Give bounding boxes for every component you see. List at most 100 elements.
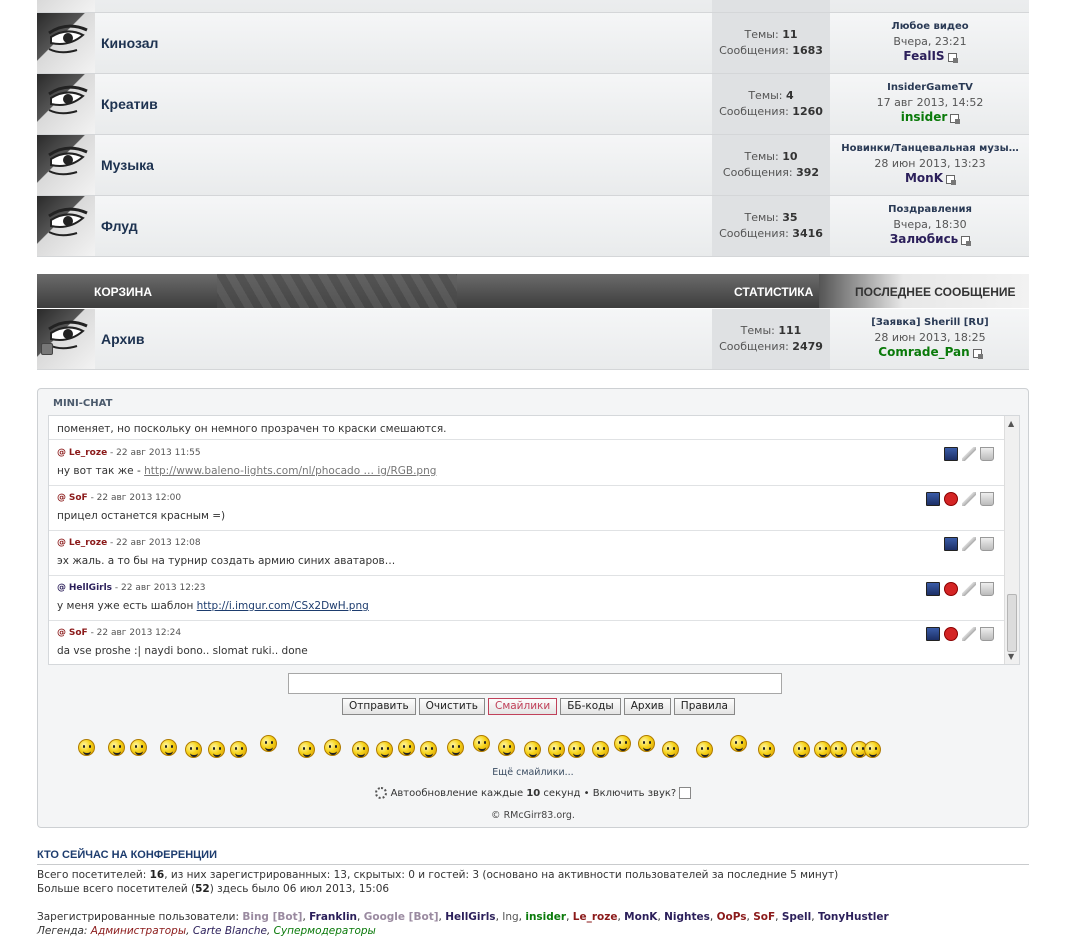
message-author[interactable]: HellGirls <box>69 583 112 593</box>
smiley-thumbs-up-icon[interactable] <box>524 741 541 758</box>
smiley-clap-icon[interactable] <box>473 735 490 752</box>
smiley-sad-icon[interactable] <box>108 739 125 756</box>
goto-post-icon[interactable] <box>946 174 957 185</box>
smiley-hug-icon[interactable] <box>324 739 341 756</box>
trash-icon[interactable] <box>980 537 994 551</box>
smiley-annoyed-icon[interactable] <box>130 739 147 756</box>
online-user[interactable]: TonyHustler <box>818 911 889 923</box>
forum-title[interactable]: Флуд <box>101 218 138 234</box>
clear-button[interactable]: Очистить <box>418 698 485 715</box>
smiley-shock-icon[interactable] <box>352 741 369 758</box>
goto-post-icon[interactable] <box>950 113 961 124</box>
smiley-smile-icon[interactable] <box>662 741 679 758</box>
smiley-hooray-icon[interactable] <box>614 735 631 752</box>
last-post-author[interactable]: FealIS <box>903 49 944 63</box>
forum-title[interactable]: Кинозал <box>101 35 158 51</box>
send-button[interactable]: Отправить <box>342 698 416 715</box>
last-post-author[interactable]: insider <box>901 110 948 124</box>
smiley-blush-icon[interactable] <box>696 741 713 758</box>
bbcode-button[interactable]: ББ-коды <box>560 698 621 715</box>
delete-icon[interactable] <box>944 582 958 596</box>
message-author[interactable]: SoF <box>69 628 88 638</box>
edit-pencil-icon[interactable] <box>962 582 976 596</box>
trash-icon[interactable] <box>980 492 994 506</box>
online-user[interactable]: MonK <box>624 911 657 923</box>
goto-post-icon[interactable] <box>947 52 958 63</box>
online-user[interactable]: Google [Bot] <box>364 911 439 923</box>
ip-computer-icon[interactable] <box>926 627 940 641</box>
legend-group[interactable]: Администраторы <box>91 925 186 937</box>
edit-pencil-icon[interactable] <box>962 537 976 551</box>
ip-computer-icon[interactable] <box>926 582 940 596</box>
smiley-lol-icon[interactable] <box>420 741 437 758</box>
smiley-kiss-icon[interactable] <box>592 741 609 758</box>
forum-title[interactable]: Музыка <box>101 157 154 173</box>
smilies-button[interactable]: Смайлики <box>487 698 558 715</box>
smiley-waving-icon[interactable] <box>260 735 277 752</box>
message-link[interactable]: http://www.baleno-lights.com/nl/phocado … <box>144 465 436 477</box>
smiley-thinking-icon[interactable] <box>730 735 747 752</box>
trash-icon[interactable] <box>980 582 994 596</box>
smiley-grin-icon[interactable] <box>230 741 247 758</box>
delete-icon[interactable] <box>944 492 958 506</box>
category-title[interactable]: КОРЗИНА <box>94 285 152 299</box>
smiley-music-icon[interactable] <box>793 741 810 758</box>
smiley-dancing-icon[interactable] <box>298 741 315 758</box>
smiley-hmm-icon[interactable] <box>447 739 464 756</box>
smiley-confused-icon[interactable] <box>758 741 775 758</box>
smiley-happy-icon[interactable] <box>208 741 225 758</box>
smiley-wink-icon[interactable] <box>376 741 393 758</box>
message-author[interactable]: SoF <box>69 493 88 503</box>
online-user[interactable]: Bing [Bot] <box>242 911 302 923</box>
last-post-title[interactable]: Поздравления <box>831 202 1029 217</box>
last-post-title[interactable]: [Заявка] Sherill [RU] <box>831 315 1029 330</box>
chat-scrollbar[interactable]: ▲ ▼ <box>1004 416 1019 664</box>
legend-group[interactable]: Супермодераторы <box>274 925 376 937</box>
smiley-laugh-icon[interactable] <box>814 741 831 758</box>
trash-icon[interactable] <box>980 627 994 641</box>
trash-icon[interactable] <box>980 447 994 461</box>
chat-messages[interactable]: поменяет, но поскольку он немного прозра… <box>48 415 1020 665</box>
smiley-neutral-icon[interactable] <box>548 741 565 758</box>
last-post-title[interactable]: Любое видео <box>831 19 1029 34</box>
scroll-up-arrow[interactable]: ▲ <box>1008 419 1014 428</box>
smiley-glasses-icon[interactable] <box>568 741 585 758</box>
goto-post-icon[interactable] <box>972 348 983 359</box>
ip-computer-icon[interactable] <box>944 447 958 461</box>
online-user[interactable]: Franklin <box>309 911 357 923</box>
message-link[interactable]: http://i.imgur.com/CSx2DwH.png <box>197 600 369 612</box>
smiley-pleased-icon[interactable] <box>864 741 881 758</box>
goto-post-icon[interactable] <box>961 235 972 246</box>
scroll-down-arrow[interactable]: ▼ <box>1008 652 1014 661</box>
ip-computer-icon[interactable] <box>944 537 958 551</box>
online-user[interactable]: HellGirls <box>445 911 495 923</box>
online-user[interactable]: Spell <box>782 911 811 923</box>
last-post-author[interactable]: Comrade_Pan <box>878 345 969 359</box>
edit-pencil-icon[interactable] <box>962 627 976 641</box>
smiley-nod-icon[interactable] <box>830 741 847 758</box>
chat-message-input[interactable] <box>288 673 782 694</box>
smiley-crazy-icon[interactable] <box>160 739 177 756</box>
forum-title[interactable]: Креатив <box>101 96 158 112</box>
smiley-cheer-icon[interactable] <box>498 739 515 756</box>
scroll-thumb[interactable] <box>1007 594 1017 652</box>
edit-pencil-icon[interactable] <box>962 492 976 506</box>
smiley-surprised-icon[interactable] <box>185 741 202 758</box>
online-user[interactable]: SoF <box>753 911 775 923</box>
rules-button[interactable]: Правила <box>673 698 735 715</box>
smiley-cheer2-icon[interactable] <box>638 735 655 752</box>
last-post-author[interactable]: MonK <box>905 171 943 185</box>
smiley-smile-icon[interactable] <box>78 739 95 756</box>
message-author[interactable]: Le_roze <box>69 538 107 548</box>
online-user[interactable]: insider <box>525 911 566 923</box>
online-user[interactable]: Nightes <box>664 911 710 923</box>
archive-button[interactable]: Архив <box>623 698 671 715</box>
last-post-title[interactable]: InsiderGameTV <box>831 80 1029 95</box>
delete-icon[interactable] <box>944 627 958 641</box>
online-user[interactable]: Ing <box>502 911 518 923</box>
online-user[interactable]: Le_roze <box>573 911 618 923</box>
message-author[interactable]: Le_roze <box>69 448 107 458</box>
legend-group[interactable]: Carte Blanche <box>193 925 267 937</box>
more-smilies-link[interactable]: Ещё смайлики... <box>38 767 1028 778</box>
ip-computer-icon[interactable] <box>926 492 940 506</box>
